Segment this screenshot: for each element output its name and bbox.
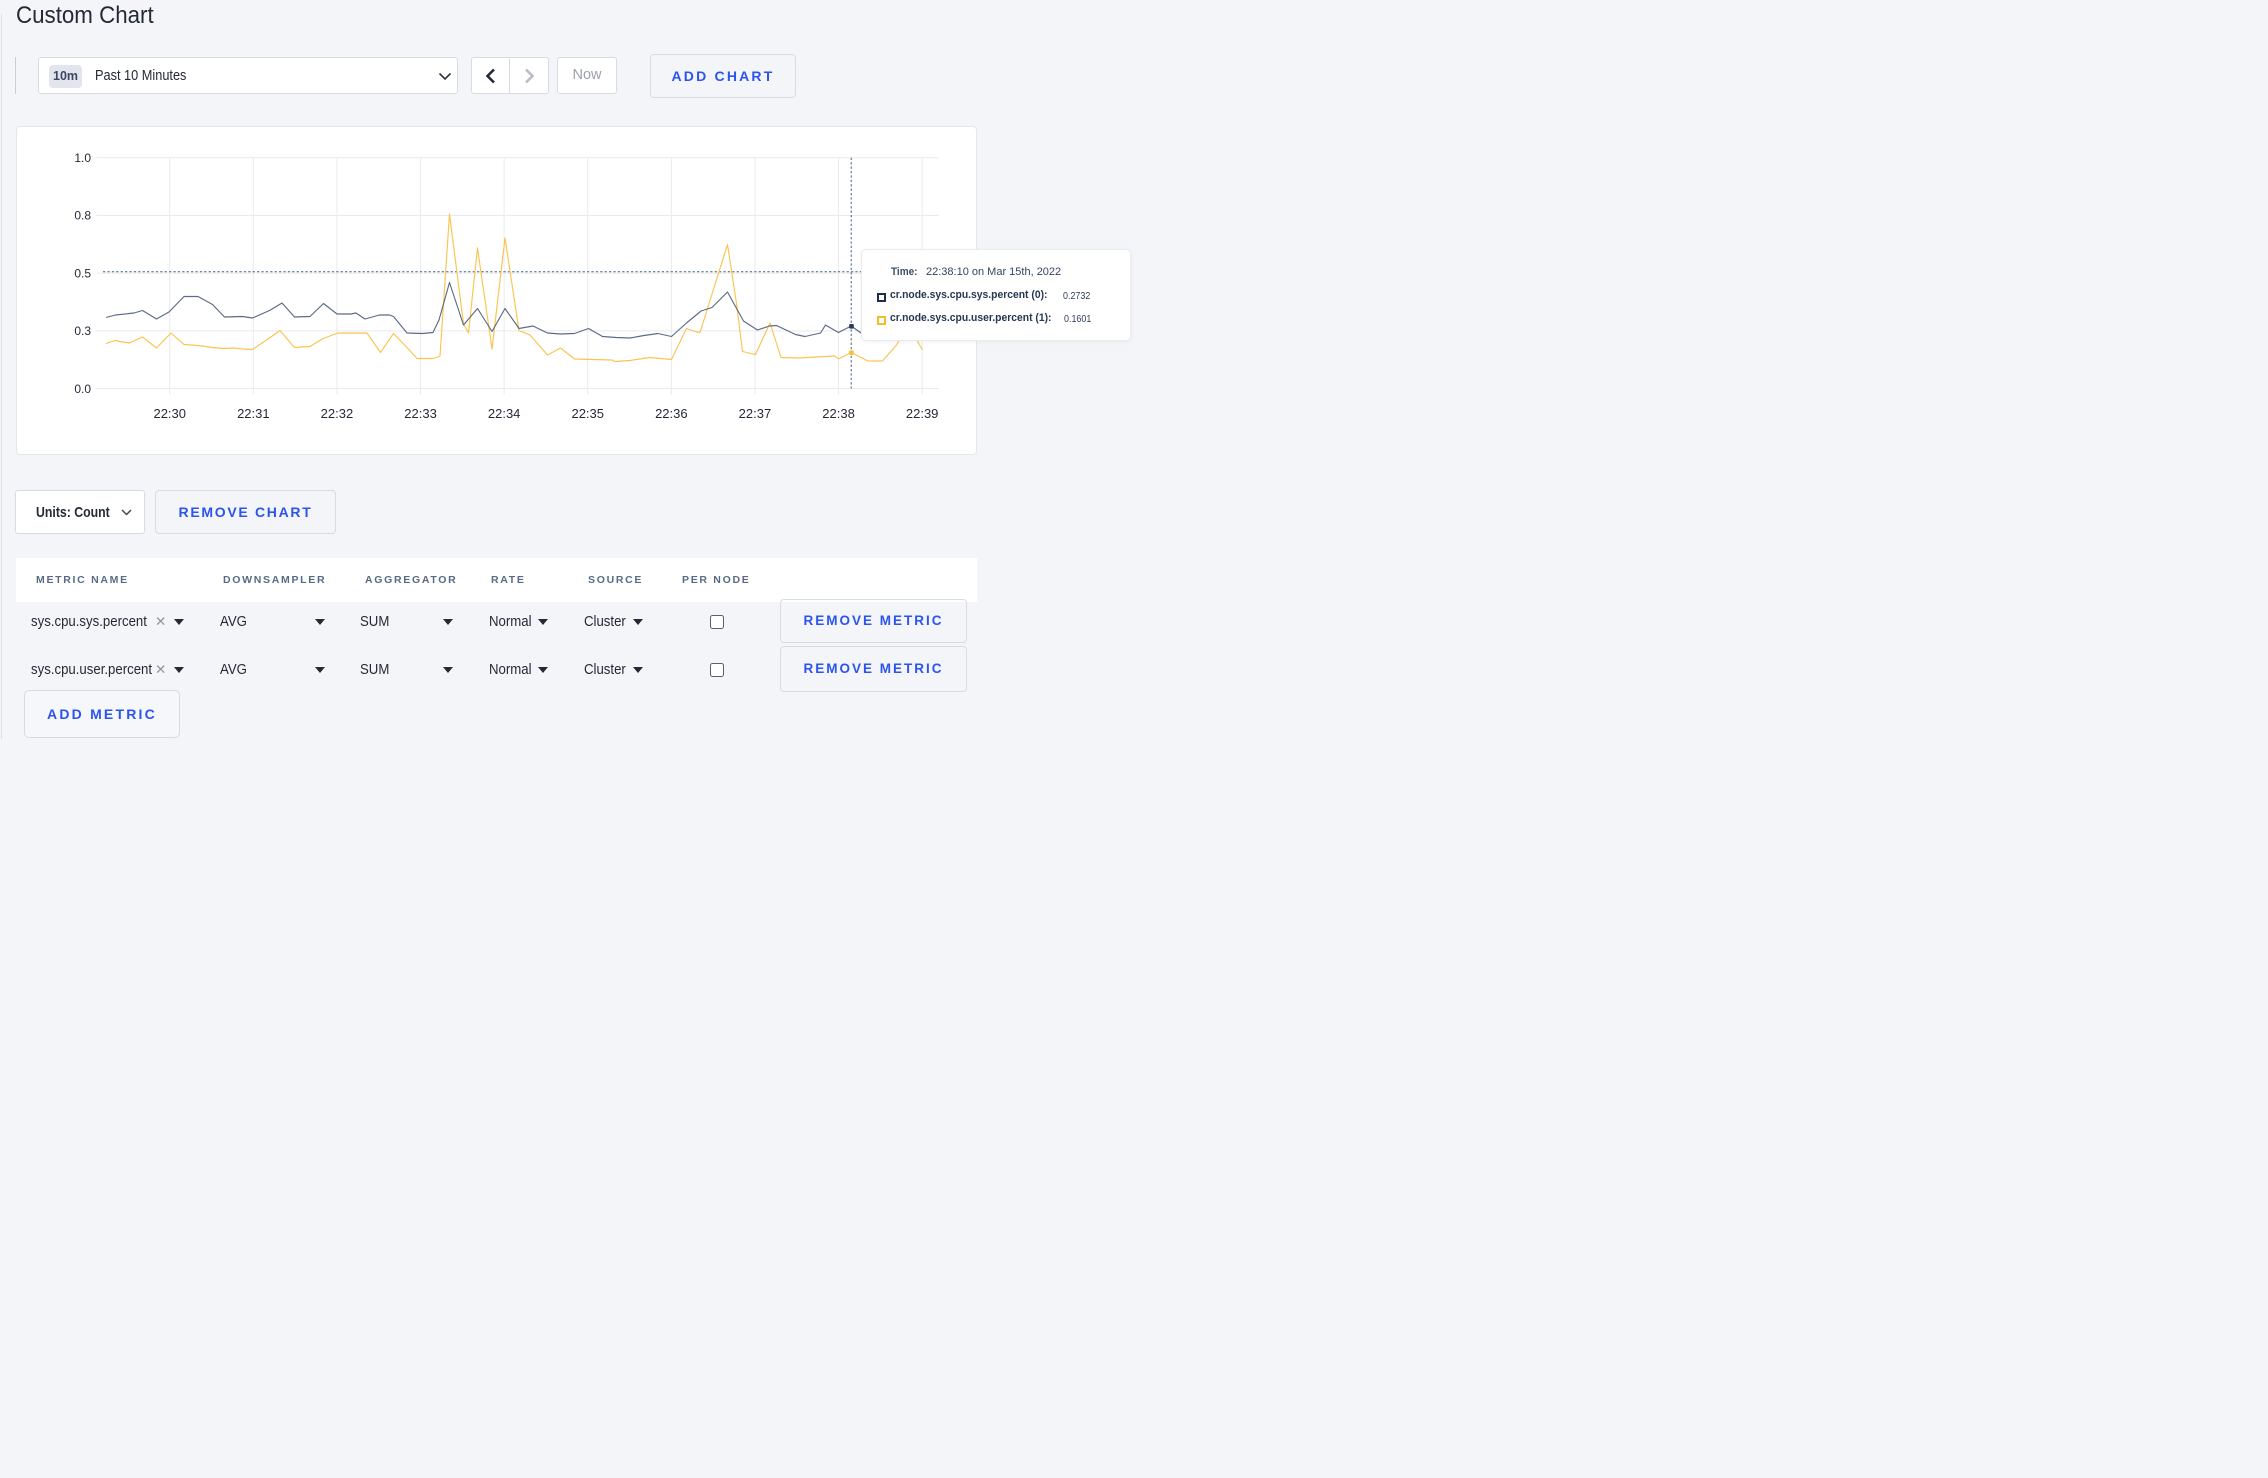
svg-text:22:39: 22:39 xyxy=(906,406,939,421)
svg-text:22:31: 22:31 xyxy=(237,406,270,421)
svg-text:0.5: 0.5 xyxy=(74,266,91,280)
svg-text:22:36: 22:36 xyxy=(655,406,688,421)
svg-text:22:37: 22:37 xyxy=(739,406,772,421)
svg-text:22:38: 22:38 xyxy=(822,406,855,421)
svg-text:22:35: 22:35 xyxy=(571,406,604,421)
svg-text:22:30: 22:30 xyxy=(153,406,186,421)
svg-text:1.0: 1.0 xyxy=(74,151,91,165)
svg-text:0.3: 0.3 xyxy=(74,324,91,338)
svg-text:0.0: 0.0 xyxy=(74,382,91,396)
svg-text:22:32: 22:32 xyxy=(321,406,354,421)
svg-text:22:33: 22:33 xyxy=(404,406,437,421)
svg-text:22:34: 22:34 xyxy=(488,406,521,421)
svg-text:0.8: 0.8 xyxy=(74,209,91,223)
